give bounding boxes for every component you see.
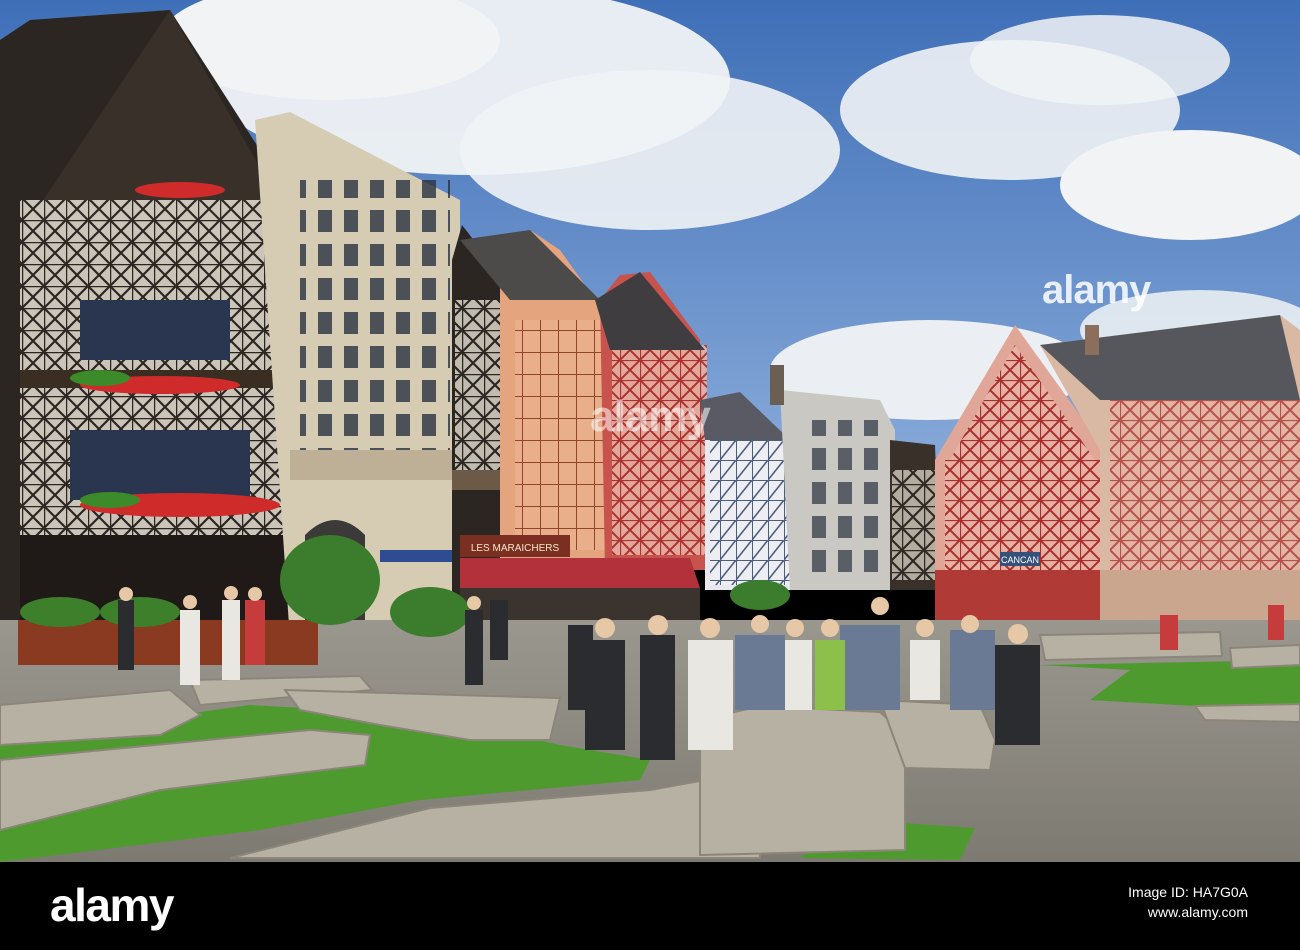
sign-cancan: CANCAN <box>1001 555 1039 565</box>
photo-scene: LES MARAICHERS CANCAN alamy alamy <box>0 0 1300 862</box>
alamy-logo[interactable]: alamy <box>50 878 174 932</box>
image-id-label: Image ID: HA7G0A <box>1128 884 1248 900</box>
footer-bar: alamy Image ID: HA7G0A www.alamy.com <box>0 862 1300 950</box>
town-square-photo: LES MARAICHERS CANCAN <box>0 0 1300 862</box>
sign-les-maraichers: LES MARAICHERS <box>471 543 560 554</box>
site-url[interactable]: www.alamy.com <box>1128 902 1248 922</box>
building-small-timber <box>890 440 940 590</box>
image-id-block: Image ID: HA7G0A www.alamy.com <box>1128 882 1248 922</box>
